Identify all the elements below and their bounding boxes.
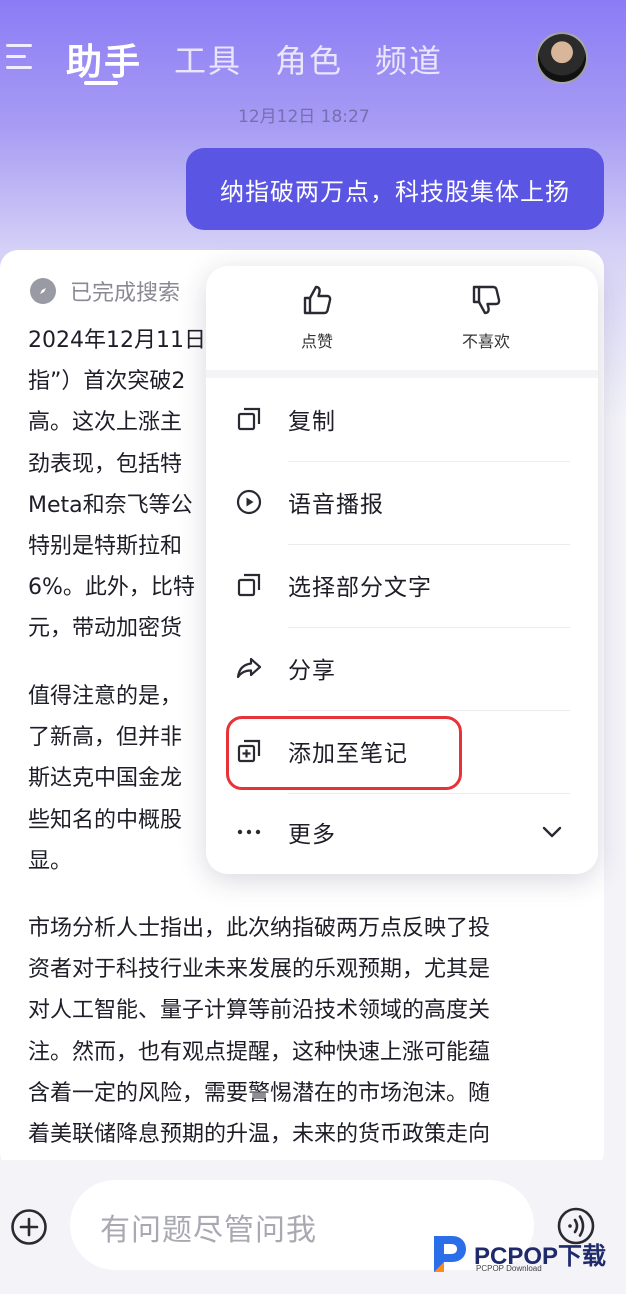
- message-input-placeholder: 有问题尽管问我: [100, 1213, 317, 1248]
- menu-item-label: 分享: [288, 658, 336, 684]
- active-tab-indicator: [84, 81, 118, 85]
- more-icon: [236, 819, 262, 845]
- tab-roles[interactable]: 角色: [275, 36, 343, 82]
- watermark-logo: PCPOP下载 PCPOP Download: [430, 1232, 620, 1280]
- menu-item-label: 复制: [288, 409, 336, 435]
- thumbs-down-icon: [468, 282, 504, 318]
- select-text-icon: [236, 572, 262, 598]
- answer-line: 资者对于科技行业未来发展的乐观预期，尤其是: [28, 957, 491, 983]
- watermark-brand-cn: 下载: [558, 1243, 607, 1270]
- tab-channels[interactable]: 频道: [375, 36, 443, 82]
- tab-tools[interactable]: 工具: [174, 36, 242, 82]
- like-button[interactable]: 点赞: [262, 282, 372, 352]
- highlight-annotation: [226, 716, 462, 790]
- answer-line: 对人工智能、量子计算等前沿技术领域的高度关: [28, 998, 491, 1024]
- menu-item-read-aloud[interactable]: 语音播报: [206, 461, 598, 543]
- menu-icon[interactable]: [6, 44, 36, 72]
- answer-line: 注。然而，也有观点提醒，这种快速上涨可能蕴: [28, 1039, 491, 1065]
- answer-line: 市场分析人士指出，此次纳指破两万点反映了投: [28, 916, 491, 941]
- thumbs-up-icon: [299, 282, 335, 318]
- like-label: 点赞: [300, 332, 333, 351]
- dislike-label: 不喜欢: [461, 332, 510, 351]
- menu-item-label: 选择部分文字: [288, 575, 432, 601]
- menu-item-copy[interactable]: 复制: [206, 378, 598, 460]
- share-icon: [236, 655, 262, 681]
- top-nav: 助手 工具 角色 频道: [0, 0, 626, 110]
- menu-item-label: 更多: [288, 822, 336, 848]
- tab-assistant[interactable]: 助手: [66, 33, 142, 85]
- search-status[interactable]: 已完成搜索: [30, 275, 180, 307]
- menu-item-more[interactable]: 更多: [206, 791, 598, 873]
- message-timestamp: 12月12日 18:27: [238, 107, 370, 127]
- user-message-bubble[interactable]: 纳指破两万点，科技股集体上扬: [186, 148, 604, 230]
- play-circle-icon: [236, 489, 262, 515]
- menu-item-share[interactable]: 分享: [206, 627, 598, 709]
- avatar[interactable]: [536, 32, 588, 84]
- search-status-label: 已完成搜索: [70, 281, 181, 306]
- reaction-row: 点赞 不喜欢: [206, 266, 598, 372]
- answer-line: 含着一定的风险，需要警惕潜在的市场泡沫。随: [28, 1080, 491, 1106]
- menu-item-select-text[interactable]: 选择部分文字: [206, 544, 598, 626]
- pcpop-logo-icon: [430, 1232, 470, 1276]
- watermark-subtitle: PCPOP Download: [476, 1264, 542, 1273]
- answer-line: 着美联储降息预期的升温，未来的货币政策走向: [28, 1121, 491, 1147]
- add-attachment-button[interactable]: [10, 1208, 48, 1246]
- chevron-down-icon: [540, 820, 564, 844]
- dislike-button[interactable]: 不喜欢: [431, 282, 541, 352]
- compass-icon: [30, 278, 56, 304]
- menu-item-label: 语音播报: [288, 492, 384, 518]
- section-divider: [206, 370, 598, 378]
- answer-paragraph-3: 市场分析人士指出，此次纳指破两万点反映了投 资者对于科技行业未来发展的乐观预期，…: [28, 908, 580, 1155]
- copy-icon: [236, 406, 262, 432]
